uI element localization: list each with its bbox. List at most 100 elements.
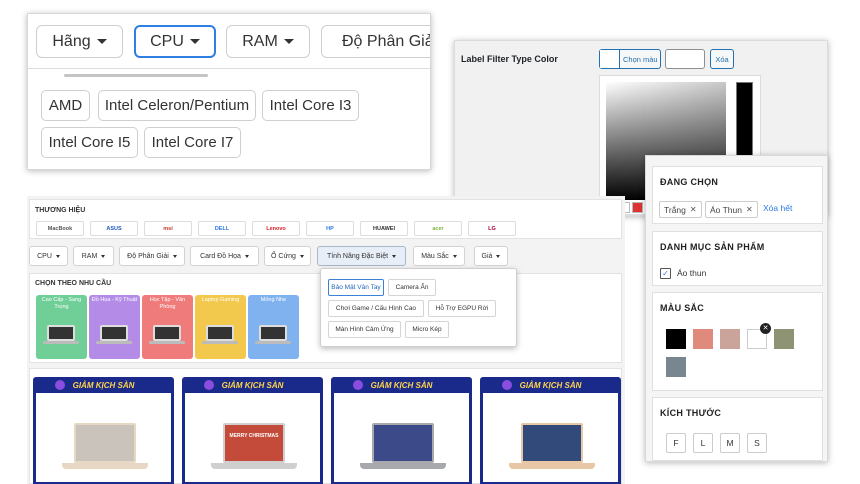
remove-icon[interactable]: ✕ [690, 205, 697, 214]
laptop-screen-image [74, 423, 136, 463]
tab-cpu[interactable]: CPU [134, 25, 216, 58]
product-card[interactable]: GIẢM KỊCH SÀN MERRY CHRISTMAS [182, 377, 323, 484]
size-option[interactable]: F [666, 433, 686, 453]
chip-amd[interactable]: AMD [41, 90, 90, 121]
selected-tag-tshirt[interactable]: Áo Thun ✕ [705, 201, 758, 218]
promo-label: GIẢM KỊCH SÀN [72, 381, 135, 390]
need-card-label: Đồ Họa - Kỹ Thuật [91, 297, 138, 303]
need-card[interactable]: Cao Cấp - Sang Trọng [36, 295, 87, 359]
chip-intel-i7[interactable]: Intel Core I7 [144, 127, 241, 158]
choose-color-button[interactable]: Chọn màu [599, 49, 661, 69]
chip-intel-i3[interactable]: Intel Core I3 [262, 90, 359, 121]
laptop-icon [100, 325, 128, 341]
hex-color-input[interactable] [665, 49, 705, 69]
color-swatch[interactable] [666, 329, 686, 349]
caret-down-icon [172, 254, 177, 258]
brand-logo-macbook[interactable]: MacBook [36, 221, 84, 236]
laptop-store-panel: THƯƠNG HIỆU MacBook ASUS msi DELL Lenovo HP HU… [27, 196, 625, 484]
clear-all-link[interactable]: Xóa hết [763, 203, 792, 213]
needs-section-title: CHỌN THEO NHU CẦU [35, 280, 112, 287]
brand-logo-hp[interactable]: HP [306, 221, 354, 236]
selected-tag-white[interactable]: Trắng ✕ [659, 201, 702, 218]
tab-resolution[interactable]: Độ Phân Giả [321, 25, 430, 58]
filter-button[interactable]: Tính Năng Đặc Biệt [317, 246, 406, 266]
remove-icon[interactable]: ✕ [746, 205, 753, 214]
laptop-screen-image [521, 423, 583, 463]
option-gaming[interactable]: Chơi Game / Cấu Hình Cao [328, 300, 424, 317]
clear-color-button[interactable]: Xóa [710, 49, 734, 69]
remove-color-icon[interactable]: ✕ [760, 323, 771, 334]
product-frame [33, 393, 174, 484]
christmas-screen-text: MERRY CHRISTMAS [229, 433, 279, 439]
option-fingerprint[interactable]: Bảo Mật Vân Tay [328, 279, 384, 296]
brand-logo-msi[interactable]: msi [144, 221, 192, 236]
filter-button[interactable]: Ổ Cứng [264, 246, 311, 266]
brand-logo-lg[interactable]: LG [468, 221, 516, 236]
caret-down-icon [96, 39, 107, 44]
tab-brand-label: Hãng [52, 32, 91, 50]
need-card[interactable]: Laptop Gaming [195, 295, 246, 359]
brand-logo-huawei[interactable]: HUAWEI [360, 221, 408, 236]
filter-button-label: Ổ Cứng [271, 252, 296, 260]
horizontal-scrollbar[interactable] [64, 74, 208, 77]
feature-dropdown: Bảo Mật Vân Tay Camera Ẩn Chơi Game / Cấ… [320, 268, 517, 347]
option-dual-mic[interactable]: Micro Kép [405, 321, 449, 338]
brand-section-title: THƯƠNG HIỆU [35, 207, 86, 214]
promo-label: GIẢM KỊCH SÀN [370, 381, 433, 390]
brand-logo-asus[interactable]: ASUS [90, 221, 138, 236]
laptop-icon [259, 325, 287, 341]
brand-logo-acer[interactable]: acer [414, 221, 462, 236]
option-egpu[interactable]: Hỗ Trợ EGPU Rời [428, 300, 496, 317]
color-swatch[interactable] [666, 357, 686, 377]
need-card[interactable]: Mỏng Nhẹ [248, 295, 299, 359]
filter-button-label: RAM [81, 252, 98, 260]
product-card[interactable]: GIẢM KỊCH SÀN [480, 377, 621, 484]
promo-badge-icon [204, 380, 214, 390]
filter-sidebar: ĐANG CHỌN Trắng ✕ Áo Thun ✕ Xóa hết DANH M… [645, 155, 828, 462]
color-option-title: Label Filter Type Color [461, 54, 558, 64]
size-option[interactable]: L [693, 433, 713, 453]
color-swatch[interactable] [720, 329, 740, 349]
laptop-base-icon [255, 341, 291, 344]
palette-swatch[interactable] [632, 202, 643, 213]
tab-brand[interactable]: Hãng [36, 25, 123, 58]
chip-intel-celeron[interactable]: Intel Celeron/Pentium [98, 90, 256, 121]
color-swatch[interactable] [774, 329, 794, 349]
laptop-screen-image [372, 423, 434, 463]
current-color-swatch [600, 50, 620, 68]
product-frame [331, 393, 472, 484]
caret-down-icon [101, 254, 106, 258]
need-card[interactable]: Học Tập - Văn Phòng [142, 295, 193, 359]
brand-logo-dell[interactable]: DELL [198, 221, 246, 236]
size-option[interactable]: M [720, 433, 740, 453]
filter-button[interactable]: Giá [474, 246, 508, 266]
brand-logo-lenovo[interactable]: Lenovo [252, 221, 300, 236]
option-hidden-camera[interactable]: Camera Ẩn [388, 279, 436, 296]
filter-button[interactable]: CPU [29, 246, 68, 266]
option-touchscreen[interactable]: Màn Hình Cảm Ứng [328, 321, 401, 338]
laptop-base-icon [96, 341, 132, 344]
category-checkbox[interactable]: ✓ [660, 268, 671, 279]
size-option[interactable]: S [747, 433, 767, 453]
need-card[interactable]: Đồ Họa - Kỹ Thuật [89, 295, 140, 359]
promo-badge-icon [353, 380, 363, 390]
selected-tag-label: Trắng [664, 204, 686, 215]
product-card[interactable]: GIẢM KỊCH SÀN [331, 377, 472, 484]
tab-ram[interactable]: RAM [226, 25, 310, 58]
tab-ram-label: RAM [242, 32, 278, 50]
filter-button[interactable]: Màu Sắc [413, 246, 465, 266]
caret-down-icon [55, 254, 60, 258]
chip-intel-i5[interactable]: Intel Core I5 [41, 127, 138, 158]
selected-tag-label: Áo Thun [710, 204, 742, 215]
selected-filters-box: ĐANG CHỌN Trắng ✕ Áo Thun ✕ Xóa hết [652, 166, 823, 224]
filter-button[interactable]: Card Đồ Họa [190, 246, 259, 266]
filter-button-label: Màu Sắc [421, 252, 449, 260]
product-card[interactable]: GIẢM KỊCH SÀN [33, 377, 174, 484]
laptop-base-icon [202, 341, 238, 344]
filter-button[interactable]: Độ Phân Giải [119, 246, 185, 266]
need-card-label: Cao Cấp - Sang Trọng [41, 297, 82, 310]
color-swatch[interactable] [693, 329, 713, 349]
size-box: KÍCH THƯỚC FLMS [652, 397, 823, 461]
filter-button[interactable]: RAM [73, 246, 114, 266]
need-card-label: Học Tập - Văn Phòng [149, 297, 186, 310]
